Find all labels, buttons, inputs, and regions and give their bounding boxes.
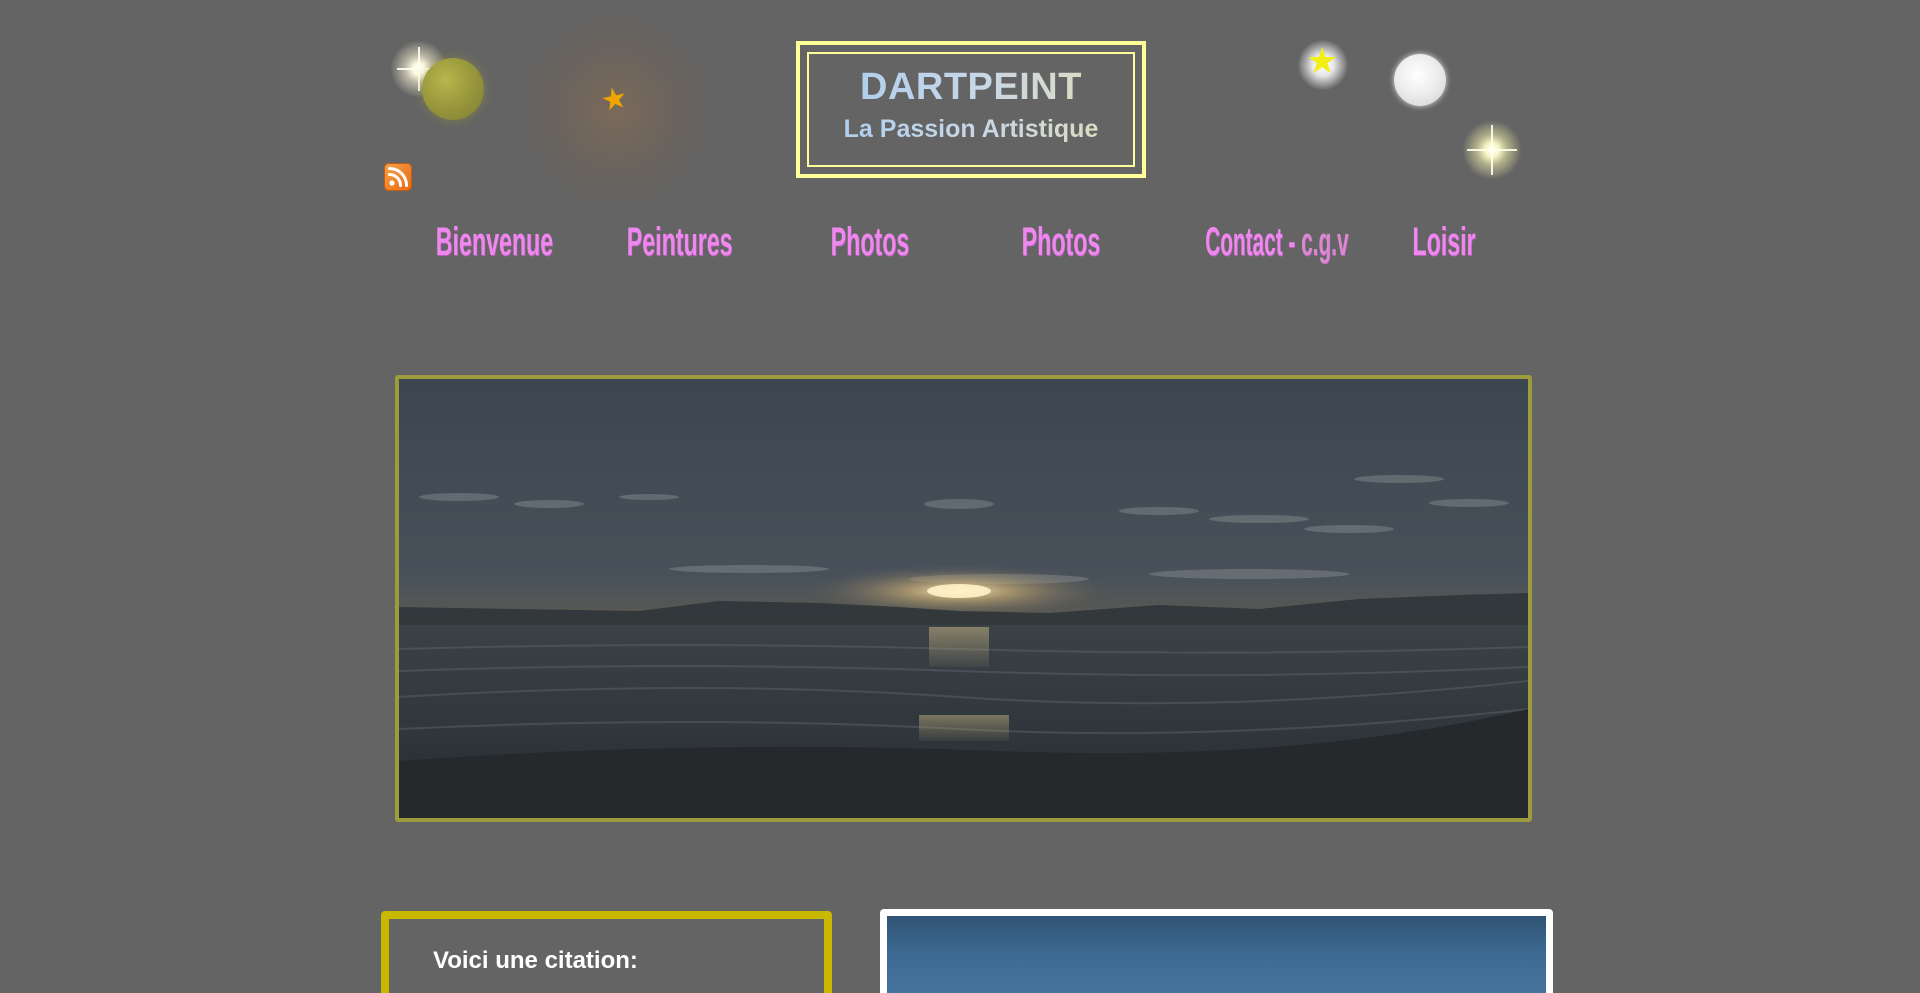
nav-item-photos-2[interactable]: Photos	[1009, 218, 1113, 266]
rss-feed-icon[interactable]	[384, 163, 412, 191]
sparkle-icon	[1462, 120, 1522, 180]
olive-ball-ornament	[422, 58, 484, 120]
white-ball-ornament	[1394, 54, 1446, 106]
star-icon: ★	[1306, 40, 1339, 81]
sunset-over-sea-photo	[399, 379, 1528, 818]
quote-heading: Voici une citation:	[433, 947, 638, 974]
nav-cgv-label: c.g.v	[1301, 220, 1349, 264]
quote-box: Voici une citation:	[381, 911, 832, 993]
nav-item-contact[interactable]: Contact - c.g.v	[1205, 218, 1348, 266]
banner-image	[395, 375, 1532, 822]
site-title-inner: DARTPEINT La Passion Artistique	[807, 52, 1135, 167]
site-title[interactable]: DARTPEINT	[809, 66, 1133, 108]
site-subtitle: La Passion Artistique	[809, 114, 1133, 144]
nav-item-bienvenue[interactable]: Bienvenue	[436, 218, 553, 266]
nav-item-loisir[interactable]: Loisir	[1392, 218, 1496, 266]
rss-icon-graphic	[388, 167, 408, 187]
page: ★ ★ DARTPEINT La Passion Artistique Bien…	[0, 0, 1920, 993]
blue-sky-photo	[880, 909, 1553, 993]
nav-contact-label: Contact	[1205, 220, 1283, 264]
nav-item-photos[interactable]: Photos	[818, 218, 922, 266]
nav-item-peintures[interactable]: Peintures	[627, 218, 733, 266]
site-title-box: DARTPEINT La Passion Artistique	[796, 41, 1146, 178]
